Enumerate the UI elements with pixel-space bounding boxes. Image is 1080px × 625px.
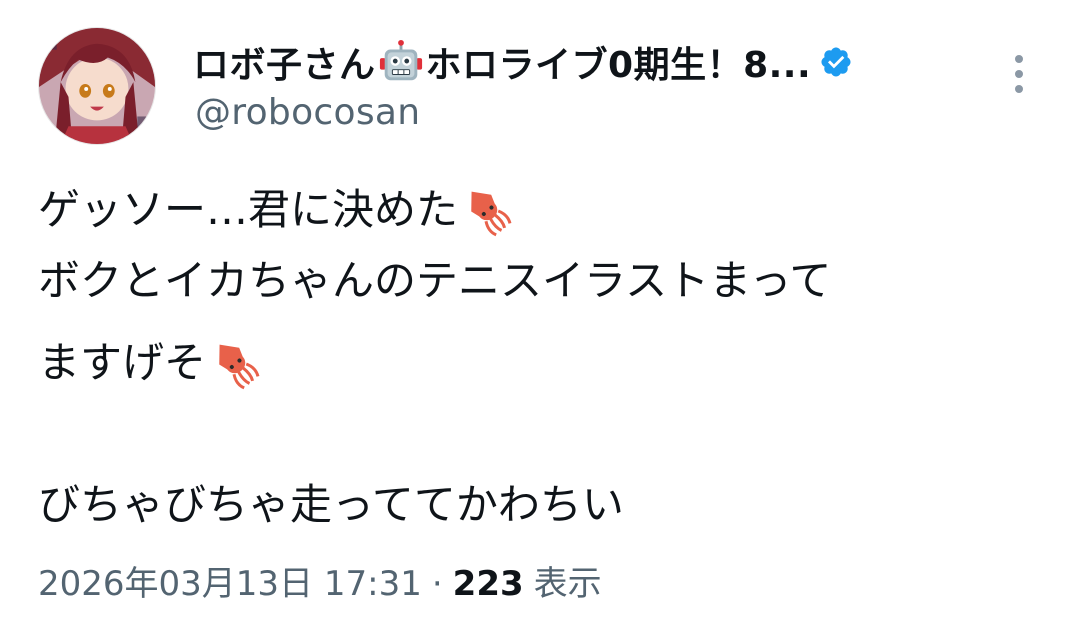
display-name-part2[interactable]: ホロライブ0期生！8... — [426, 36, 812, 88]
meta-separator: · — [431, 564, 443, 604]
robot-icon — [378, 39, 424, 85]
views-count: 223 — [452, 564, 524, 604]
author-name-row[interactable]: ロボ子さん ホロライブ0期生！8... — [193, 34, 853, 90]
tweet-text-line-1: ゲッソー…君に決めた — [38, 180, 514, 240]
author-handle[interactable]: @robocosan — [195, 92, 420, 133]
squid-icon — [208, 336, 262, 390]
tweet-card: ロボ子さん ホロライブ0期生！8... @robocosan ゲッソー…君に決め… — [0, 0, 1080, 625]
tweet-text-span: びちゃびちゃ走っててかわちい — [38, 480, 624, 529]
squid-icon — [460, 183, 514, 237]
timestamp[interactable]: 2026年03月13日 17:31 — [38, 556, 422, 605]
tweet-text-span: ゲッソー…君に決めた — [38, 185, 459, 234]
tweet-text-line-5: びちゃびちゃ走っててかわちい — [38, 475, 624, 535]
views-label: 表示 — [533, 564, 602, 604]
tweet-text-span: ますげそ — [38, 338, 207, 387]
tweet-text-line-3: ますげそ — [38, 333, 262, 393]
tweet-text-span: ボクとイカちゃんのテニスイラストまって — [38, 256, 832, 305]
verified-badge-icon — [819, 45, 853, 79]
more-vertical-icon[interactable] — [1004, 52, 1034, 96]
display-name-part1[interactable]: ロボ子さん — [193, 36, 376, 88]
tweet-meta: 2026年03月13日 17:31 · 223 表示 — [38, 556, 602, 605]
avatar[interactable] — [38, 27, 156, 145]
tweet-text-line-2: ボクとイカちゃんのテニスイラストまって — [38, 251, 831, 311]
